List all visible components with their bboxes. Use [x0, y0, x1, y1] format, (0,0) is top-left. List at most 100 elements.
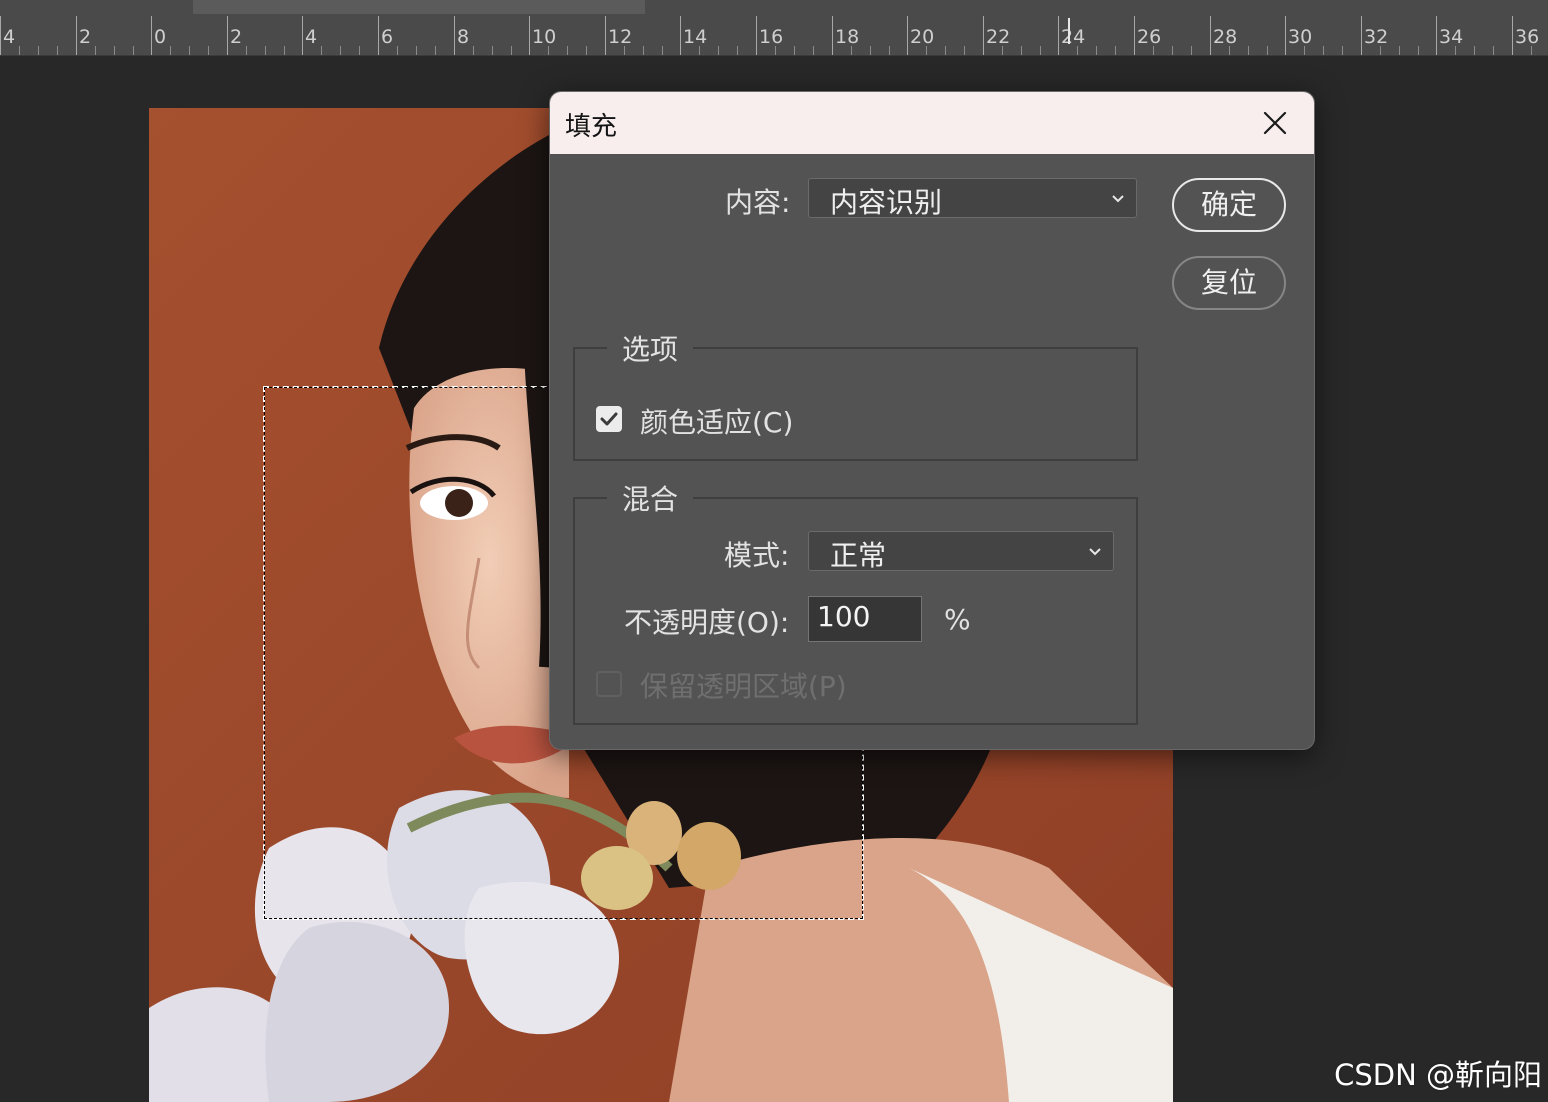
dialog-titlebar[interactable]: 填充	[550, 92, 1314, 154]
mode-dropdown-value: 正常	[830, 539, 887, 572]
ruler-minor-tick	[1380, 46, 1381, 55]
color-adapt-checkbox[interactable]	[596, 406, 622, 432]
ruler-minor-tick	[170, 46, 171, 55]
ruler-minor-tick	[1304, 46, 1305, 55]
ruler-minor-tick	[1191, 46, 1192, 55]
ruler-label: 6	[381, 26, 394, 48]
ruler-minor-tick	[1077, 46, 1078, 55]
content-dropdown-value: 内容识别	[830, 186, 943, 219]
dialog-title: 填充	[565, 112, 618, 142]
preserve-transparency-checkbox[interactable]	[596, 671, 622, 697]
ruler-minor-tick	[1248, 46, 1249, 55]
ruler-minor-tick	[1342, 46, 1343, 55]
ruler-label: 2	[79, 26, 92, 48]
ruler-minor-tick	[416, 46, 417, 55]
ruler-minor-tick	[964, 46, 965, 55]
ruler-minor-tick	[813, 46, 814, 55]
ruler-minor-tick	[19, 46, 20, 55]
ruler-minor-tick	[397, 46, 398, 55]
ruler-minor-tick	[1323, 46, 1324, 55]
ruler-label: 26	[1137, 26, 1162, 48]
ruler-minor-tick	[321, 46, 322, 55]
ruler-minor-tick	[586, 46, 587, 55]
ruler-minor-tick	[1229, 46, 1230, 55]
ruler-minor-tick	[870, 46, 871, 55]
ruler-label: 22	[986, 26, 1011, 48]
ruler-minor-tick	[1399, 46, 1400, 55]
ruler-label: 20	[910, 26, 935, 48]
ruler-minor-tick	[926, 46, 927, 55]
ruler-minor-tick	[1096, 46, 1097, 55]
ruler-minor-tick	[1002, 46, 1003, 55]
ruler-minor-tick	[624, 46, 625, 55]
ruler-minor-tick	[133, 46, 134, 55]
ruler-minor-tick	[737, 46, 738, 55]
ruler-minor-tick	[57, 46, 58, 55]
ruler-minor-tick	[794, 46, 795, 55]
check-icon	[600, 412, 618, 426]
ruler-label: 18	[835, 26, 860, 48]
chevron-down-icon	[1112, 195, 1124, 203]
mode-label: 模式:	[724, 539, 790, 572]
blend-group-legend: 混合	[607, 478, 694, 518]
ruler-minor-tick	[1267, 46, 1268, 55]
ruler-label: 0	[154, 26, 167, 48]
ruler-label: 28	[1213, 26, 1238, 48]
ruler-minor-tick	[1115, 46, 1116, 55]
opacity-input[interactable]: 100	[808, 596, 922, 642]
close-icon	[1263, 111, 1287, 135]
ruler-minor-tick	[473, 46, 474, 55]
opacity-label: 不透明度(O):	[624, 606, 790, 639]
ruler-minor-tick	[435, 46, 436, 55]
close-button[interactable]	[1256, 104, 1294, 142]
ruler-label: 12	[608, 26, 633, 48]
ok-button[interactable]: 确定	[1172, 178, 1286, 232]
ruler-minor-tick	[284, 46, 285, 55]
preserve-transparency-label: 保留透明区域(P)	[640, 670, 847, 703]
ruler-minor-tick	[851, 46, 852, 55]
options-group-legend: 选项	[607, 328, 694, 368]
ruler-minor-tick	[889, 46, 890, 55]
ruler-minor-tick	[359, 46, 360, 55]
ruler-label: 32	[1364, 26, 1389, 48]
ruler-label: 4	[3, 26, 16, 48]
ruler-minor-tick	[1153, 46, 1154, 55]
ruler-minor-tick	[246, 46, 247, 55]
top-ruler: 4 2 0 2 4 6 8 10 12 14 16 18 20 22 24 26 28 30 32 34 36	[0, 0, 1548, 56]
opacity-unit: %	[944, 603, 971, 636]
ruler-minor-tick	[775, 46, 776, 55]
ruler-minor-tick	[265, 46, 266, 55]
reset-button[interactable]: 复位	[1172, 256, 1286, 310]
ruler-minor-tick	[189, 46, 190, 55]
ruler-minor-tick	[1172, 46, 1173, 55]
ruler-minor-tick	[1040, 46, 1041, 55]
ruler-minor-tick	[567, 46, 568, 55]
ruler-label: 24	[1061, 26, 1086, 48]
color-adapt-label[interactable]: 颜色适应(C)	[640, 401, 793, 441]
ruler-label: 30	[1288, 26, 1313, 48]
ruler-label: 8	[457, 26, 470, 48]
watermark: CSDN @靳向阳	[1334, 1058, 1542, 1092]
ruler-minor-tick	[1493, 46, 1494, 55]
content-dropdown[interactable]: 内容识别	[808, 178, 1137, 219]
ruler-label: 2	[230, 26, 243, 48]
ruler-label: 10	[532, 26, 557, 48]
ruler-minor-tick	[114, 46, 115, 55]
ruler-minor-tick	[1021, 46, 1022, 55]
ruler-minor-tick	[511, 46, 512, 55]
ruler-label: 4	[305, 26, 318, 48]
ruler-minor-tick	[1418, 46, 1419, 55]
ruler-minor-tick	[643, 46, 644, 55]
ruler-minor-tick	[95, 46, 96, 55]
ruler-minor-tick	[548, 46, 549, 55]
ruler-minor-tick	[492, 46, 493, 55]
ruler-minor-tick	[718, 46, 719, 55]
ruler-label: 34	[1439, 26, 1464, 48]
ruler-cursor-marker	[1068, 18, 1070, 44]
ruler-minor-tick	[38, 46, 39, 55]
mode-dropdown[interactable]: 正常	[808, 531, 1114, 572]
content-label: 内容:	[725, 186, 791, 219]
ruler-minor-tick	[662, 46, 663, 55]
fill-dialog: 填充 内容: 内容识别 确定 复位 选项 颜色适应(C) 混合 模式: 正常 不…	[549, 91, 1315, 750]
ruler-label: 16	[759, 26, 784, 48]
